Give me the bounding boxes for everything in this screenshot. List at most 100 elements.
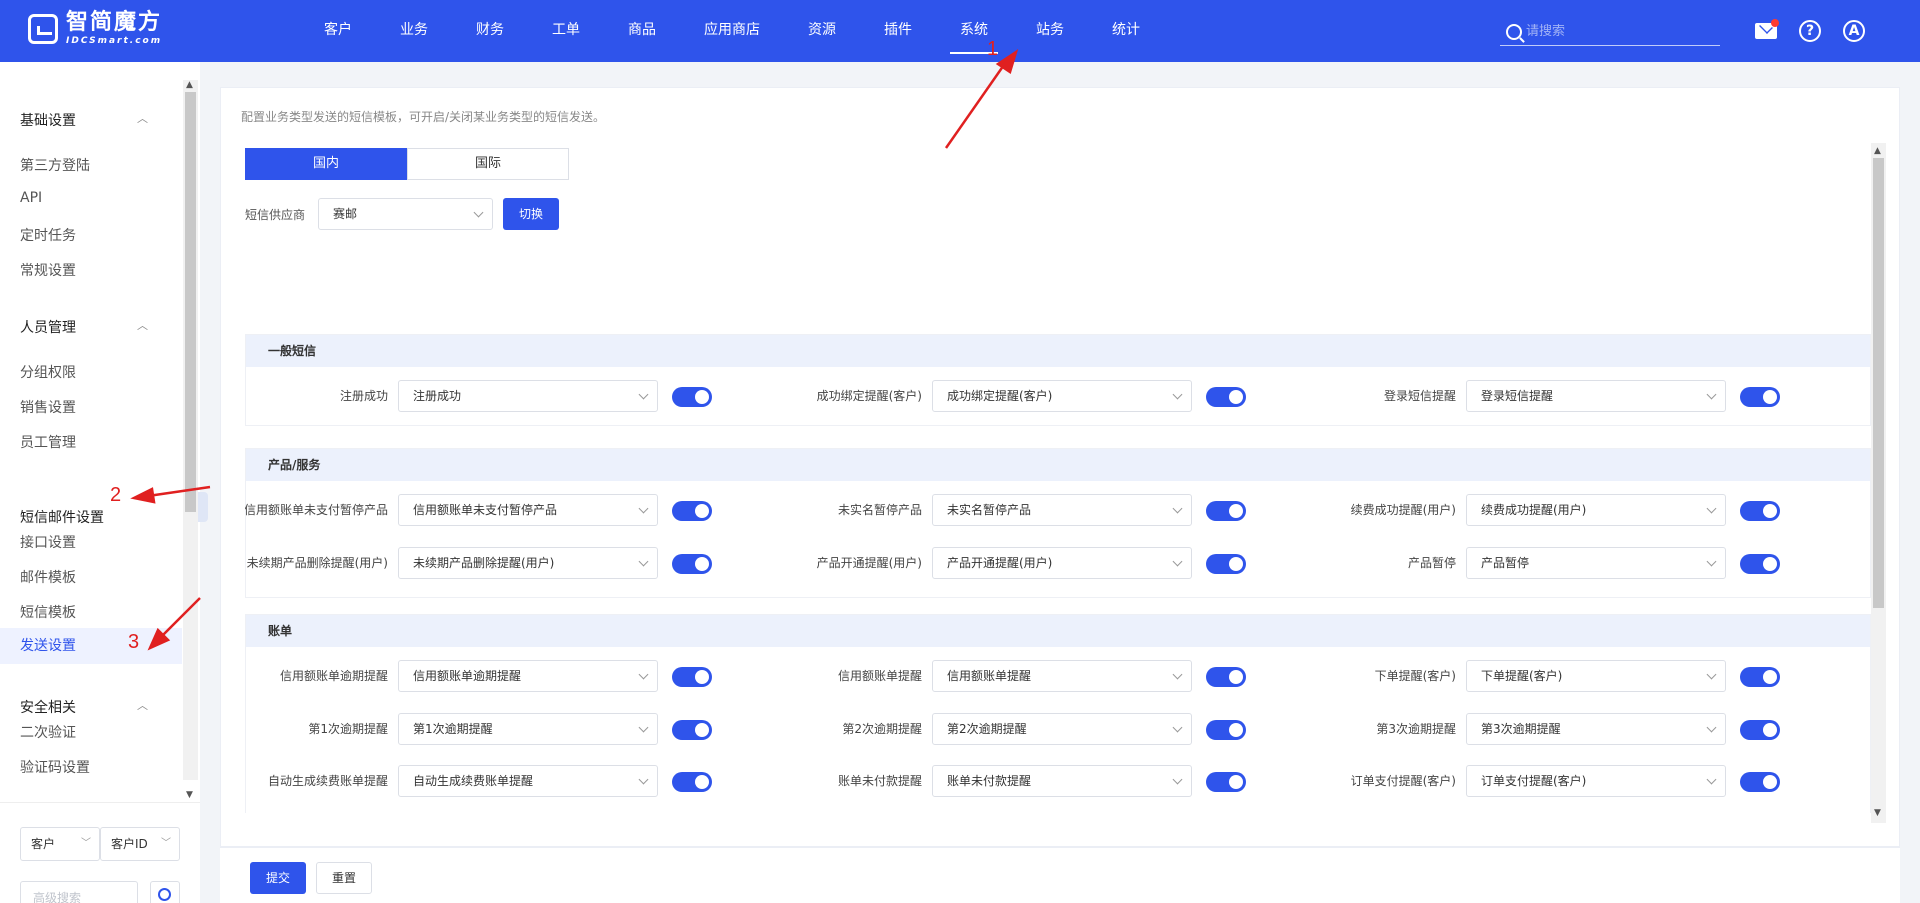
enable-toggle[interactable] — [672, 553, 712, 574]
sidebar-item[interactable]: 二次验证 — [20, 722, 76, 742]
sidebar-scrollbar-thumb[interactable] — [185, 92, 196, 512]
template-select[interactable]: 下单提醒(客户) — [1466, 660, 1726, 692]
enable-toggle[interactable] — [1206, 501, 1246, 521]
template-select[interactable]: 续费成功提醒(用户) — [1466, 494, 1726, 526]
chevron-down-icon — [1706, 389, 1717, 400]
sidebar-group-title[interactable]: 短信邮件设置 — [20, 507, 170, 527]
sidebar-collapse-handle[interactable] — [198, 492, 208, 522]
template-select[interactable]: 产品暂停 — [1466, 546, 1726, 579]
avatar[interactable]: A — [1843, 20, 1865, 42]
enable-toggle[interactable] — [672, 667, 712, 687]
enable-toggle[interactable] — [1740, 501, 1780, 521]
nav-item[interactable]: 商品 — [604, 0, 680, 62]
sidebar: 基础设置 ︿ 第三方登陆 API 定时任务常规设置人员管理 ︿ 分组权限销售设置员工管理短信… — [0, 62, 208, 903]
nav-item[interactable]: 应用商店 — [680, 0, 784, 62]
nav-item[interactable]: 财务 — [452, 0, 528, 62]
template-select[interactable]: 信用额账单未支付暂停产品 — [398, 494, 658, 526]
enable-toggle[interactable] — [1206, 387, 1246, 407]
advanced-search-input[interactable]: 高级搜索 — [20, 881, 138, 903]
field-label: 自动生成续费账单提醒 — [267, 774, 388, 788]
sidebar-item[interactable]: 员工管理 — [20, 432, 76, 452]
template-select[interactable]: 信用额账单逾期提醒 — [398, 660, 658, 692]
sidebar-item[interactable]: 发送设置 — [0, 628, 182, 664]
chevron-down-icon: ﹀ — [161, 838, 171, 849]
scroll-down-icon[interactable]: ▼ — [186, 790, 193, 800]
enable-toggle[interactable] — [1740, 553, 1780, 574]
provider-select[interactable]: 赛邮 — [318, 198, 493, 230]
submit-button[interactable]: 提交 — [250, 862, 306, 894]
template-select[interactable]: 注册成功 — [398, 380, 658, 412]
nav-item[interactable]: 插件 — [860, 0, 936, 62]
enable-toggle[interactable] — [672, 772, 712, 792]
field-label: 下单提醒(客户) — [1374, 669, 1456, 683]
sidebar-item[interactable]: 邮件模板 — [20, 567, 76, 587]
nav-item[interactable]: 站务 — [1012, 0, 1088, 62]
enable-toggle[interactable] — [1740, 667, 1780, 687]
template-field: 未续期产品删除提醒(用户) 未续期产品删除提醒(用户) — [246, 546, 782, 579]
template-select[interactable]: 账单未付款提醒 — [932, 765, 1192, 797]
template-select[interactable]: 第1次逾期提醒 — [398, 712, 658, 745]
nav-item[interactable]: 统计 — [1088, 0, 1164, 62]
template-field: 产品暂停 产品暂停 — [1314, 546, 1850, 579]
enable-toggle[interactable] — [1206, 553, 1246, 574]
chevron-down-icon — [1706, 503, 1717, 514]
sidebar-item[interactable]: 常规设置 — [20, 260, 76, 280]
nav-item[interactable]: 资源 — [784, 0, 860, 62]
content-scrollbar-thumb[interactable] — [1873, 158, 1884, 608]
enable-toggle[interactable] — [672, 387, 712, 407]
sidebar-item[interactable]: API — [20, 190, 42, 206]
scroll-down-icon[interactable]: ▼ — [1874, 808, 1881, 818]
template-select[interactable]: 自动生成续费账单提醒 — [398, 765, 658, 797]
template-field: 第1次逾期提醒 第1次逾期提醒 — [246, 712, 782, 745]
sidebar-group-title[interactable]: 安全相关 ︿ — [20, 697, 170, 717]
template-select[interactable]: 订单支付提醒(客户) — [1466, 765, 1726, 797]
sidebar-item[interactable]: 销售设置 — [20, 397, 76, 417]
enable-toggle[interactable] — [672, 719, 712, 740]
template-select[interactable]: 未实名暂停产品 — [932, 494, 1192, 526]
enable-toggle[interactable] — [1206, 667, 1246, 687]
switch-provider-button[interactable]: 切换 — [503, 198, 559, 230]
nav-item[interactable]: 系统 — [936, 0, 1012, 62]
sidebar-item[interactable]: 定时任务 — [20, 225, 76, 245]
search-type-select[interactable]: 客户 ﹀ — [20, 827, 100, 861]
tab-international[interactable]: 国际 — [407, 148, 569, 180]
enable-toggle[interactable] — [1740, 387, 1780, 407]
sidebar-item[interactable]: 第三方登陆 — [20, 155, 90, 175]
template-field: 注册成功 注册成功 — [246, 380, 782, 412]
template-select[interactable]: 第3次逾期提醒 — [1466, 712, 1726, 745]
nav-item[interactable]: 业务 — [376, 0, 452, 62]
sidebar-group-title[interactable]: 人员管理 ︿ — [20, 317, 170, 337]
help-icon[interactable]: ? — [1799, 20, 1821, 42]
brand-logo[interactable]: 智简魔方 IDCSmart.com — [28, 12, 162, 46]
top-navbar: 智简魔方 IDCSmart.com 客户 业务 财务 工单 商品 应用商店 资源 插件 系统 站务… — [0, 0, 1920, 62]
template-select[interactable]: 登录短信提醒 — [1466, 380, 1726, 412]
search-field-select[interactable]: 客户ID ﹀ — [100, 827, 180, 861]
template-select[interactable]: 成功绑定提醒(客户) — [932, 380, 1192, 412]
sidebar-item[interactable]: 验证码设置 — [20, 757, 90, 777]
sidebar-item[interactable]: 分组权限 — [20, 362, 76, 382]
brand-domain: IDCSmart.com — [66, 36, 163, 46]
scroll-up-icon[interactable]: ▲ — [1874, 146, 1881, 156]
nav-item[interactable]: 客户 — [300, 0, 376, 62]
scroll-up-icon[interactable]: ▲ — [186, 80, 193, 90]
annotation-label-1: 1 — [987, 38, 999, 60]
enable-toggle[interactable] — [1206, 719, 1246, 740]
advanced-search-button[interactable] — [150, 881, 180, 903]
field-label: 产品开通提醒(用户) — [816, 555, 922, 570]
template-select[interactable]: 产品开通提醒(用户) — [932, 546, 1192, 579]
enable-toggle[interactable] — [672, 501, 712, 521]
sidebar-item[interactable]: 接口设置 — [20, 532, 76, 552]
sidebar-item[interactable]: 短信模板 — [20, 602, 76, 622]
enable-toggle[interactable] — [1206, 772, 1246, 792]
page-description: 配置业务类型发送的短信模板，可开启/关闭某业务类型的短信发送。 — [241, 110, 606, 124]
reset-button[interactable]: 重置 — [316, 862, 372, 894]
nav-item[interactable]: 工单 — [528, 0, 604, 62]
template-select[interactable]: 信用额账单提醒 — [932, 660, 1192, 692]
template-select[interactable]: 第2次逾期提醒 — [932, 712, 1192, 745]
search-input[interactable] — [1526, 24, 1706, 39]
enable-toggle[interactable] — [1740, 719, 1780, 740]
tab-domestic[interactable]: 国内 — [245, 148, 407, 180]
sidebar-group-title[interactable]: 基础设置 ︿ — [20, 110, 170, 130]
enable-toggle[interactable] — [1740, 772, 1780, 792]
template-select[interactable]: 未续期产品删除提醒(用户) — [398, 546, 658, 579]
